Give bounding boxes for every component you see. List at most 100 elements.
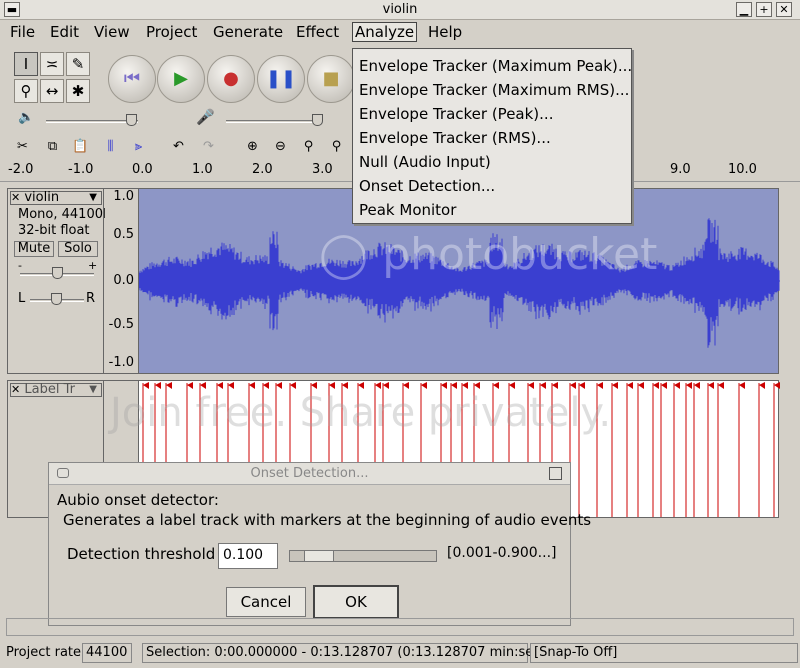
onset-marker — [637, 382, 644, 517]
project-rate-field[interactable]: 44100 — [82, 643, 132, 663]
selection-tool-icon[interactable]: I — [14, 52, 38, 76]
onset-marker — [611, 382, 618, 517]
playback-volume-thumb[interactable] — [126, 114, 137, 126]
dialog-maximize-icon[interactable] — [549, 467, 562, 480]
cut-icon[interactable]: ✂ — [10, 136, 35, 160]
record-button[interactable]: ● — [207, 55, 255, 103]
ruler-tick: -1.0 — [68, 162, 94, 177]
menu-view[interactable]: View — [92, 23, 132, 41]
wave-track-info-panel: ✕ violin ▼ Mono, 44100Hz 32-bit float Mu… — [8, 189, 120, 373]
status-bar: Project rate: 44100 Selection: 0:00.0000… — [0, 640, 800, 668]
menu-item-peak-monitor[interactable]: Peak Monitor — [359, 201, 456, 219]
stop-button[interactable]: ■ — [307, 55, 355, 103]
scale-label: 0.0 — [113, 273, 134, 288]
threshold-slider-thumb[interactable] — [304, 550, 334, 562]
ruler-tick: 2.0 — [252, 162, 273, 177]
menu-item-null-audio-input[interactable]: Null (Audio Input) — [359, 153, 491, 171]
timeshift-tool-icon[interactable]: ↔ — [40, 79, 64, 103]
horizontal-scrollbar[interactable] — [6, 618, 794, 636]
close-window-button[interactable]: ✕ — [776, 2, 792, 17]
menu-item-envelope-rms[interactable]: Envelope Tracker (RMS)... — [359, 129, 551, 147]
snap-status: [Snap-To Off] — [530, 643, 798, 663]
onset-marker — [652, 382, 659, 517]
threshold-slider[interactable] — [289, 550, 437, 562]
label-track-name-button[interactable]: ✕ Label Tr ▼ — [10, 383, 102, 397]
scale-label: 1.0 — [113, 189, 134, 204]
play-button[interactable]: ▶ — [157, 55, 205, 103]
dialog-title-bar: Onset Detection... — [49, 463, 570, 485]
gain-slider-thumb[interactable] — [52, 267, 63, 279]
envelope-tool-icon[interactable]: ≍ — [40, 52, 64, 76]
ruler-tick: 10.0 — [728, 162, 757, 177]
onset-marker — [596, 382, 603, 517]
onset-marker — [673, 382, 680, 517]
menu-effect[interactable]: Effect — [294, 23, 341, 41]
ruler-tick: 0.0 — [132, 162, 153, 177]
zoom-in-icon[interactable]: ⊕ — [240, 136, 265, 160]
menu-item-envelope-max-rms[interactable]: Envelope Tracker (Maximum RMS)... — [359, 81, 629, 99]
wave-track-name-button[interactable]: ✕ violin ▼ — [10, 191, 102, 205]
menu-analyze[interactable]: Analyze — [352, 22, 418, 42]
onset-marker — [758, 382, 765, 517]
maximize-button[interactable]: + — [756, 2, 772, 17]
chevron-down-icon[interactable]: ▼ — [89, 192, 97, 204]
track-close-icon[interactable]: ✕ — [11, 383, 20, 396]
ruler-tick: 3.0 — [312, 162, 333, 177]
track-close-icon[interactable]: ✕ — [11, 191, 20, 204]
menu-project[interactable]: Project — [144, 23, 199, 41]
paste-icon[interactable]: 📋 — [68, 136, 93, 160]
window-title: violin — [382, 2, 418, 17]
cancel-button[interactable]: Cancel — [226, 587, 306, 617]
minimize-button[interactable]: ▁ — [736, 2, 752, 17]
pause-button[interactable]: ❚❚ — [257, 55, 305, 103]
ruler-tick: 9.0 — [670, 162, 691, 177]
pan-right-label: R — [86, 291, 96, 306]
track-name: Label Tr — [24, 382, 75, 397]
pan-slider-thumb[interactable] — [51, 293, 62, 305]
chevron-down-icon[interactable]: ▼ — [89, 384, 97, 396]
undo-icon[interactable]: ↶ — [166, 136, 191, 160]
menu-edit[interactable]: Edit — [48, 23, 81, 41]
onset-marker — [707, 382, 714, 517]
dialog-menu-icon[interactable] — [57, 468, 69, 478]
amplitude-scale: 1.0 0.5 0.0 -0.5 -1.0 — [105, 189, 139, 373]
ruler-tick: -2.0 — [8, 162, 34, 177]
trim-icon[interactable]: ⫼ — [98, 136, 123, 160]
gain-plus-label: + — [88, 259, 98, 272]
dialog-title: Onset Detection... — [250, 466, 369, 481]
ok-button[interactable]: OK — [313, 585, 399, 619]
solo-button[interactable]: Solo — [58, 241, 98, 257]
silence-icon[interactable]: ⫸ — [126, 136, 151, 160]
gain-minus-label: - — [18, 259, 22, 272]
dialog-heading: Aubio onset detector: — [57, 491, 219, 509]
menu-help[interactable]: Help — [426, 23, 464, 41]
record-volume-track[interactable] — [226, 120, 318, 123]
dialog-description: Generates a label track with markers at … — [63, 511, 592, 529]
analyze-menu-dropdown: Envelope Tracker (Maximum Peak)... Envel… — [352, 48, 632, 224]
playback-volume-track[interactable] — [46, 120, 138, 123]
zoom-tool-icon[interactable]: ⚲ — [14, 79, 38, 103]
draw-tool-icon[interactable]: ✎ — [66, 52, 90, 76]
title-bar: ▬ violin ▁ + ✕ — [0, 0, 800, 20]
onset-marker — [626, 382, 633, 517]
menu-file[interactable]: File — [8, 23, 37, 41]
record-volume-thumb[interactable] — [312, 114, 323, 126]
speaker-icon: 🔈 — [18, 110, 35, 125]
menu-item-envelope-peak[interactable]: Envelope Tracker (Peak)... — [359, 105, 553, 123]
fit-project-icon[interactable]: ⚲ — [324, 136, 349, 160]
multi-tool-icon[interactable]: ✱ — [66, 79, 90, 103]
mute-button[interactable]: Mute — [14, 241, 54, 257]
copy-icon[interactable]: ⧉ — [40, 136, 65, 160]
zoom-out-icon[interactable]: ⊖ — [268, 136, 293, 160]
menu-item-envelope-max-peak[interactable]: Envelope Tracker (Maximum Peak)... — [359, 57, 632, 75]
fit-selection-icon[interactable]: ⚲ — [296, 136, 321, 160]
onset-marker — [693, 382, 700, 517]
scale-label: -1.0 — [108, 355, 134, 370]
redo-icon[interactable]: ↷ — [196, 136, 221, 160]
skip-start-button[interactable]: ⏮ — [108, 55, 156, 103]
threshold-label: Detection threshold — [67, 545, 216, 563]
menu-item-onset-detection[interactable]: Onset Detection... — [359, 177, 495, 195]
threshold-input[interactable]: 0.100 — [218, 543, 278, 569]
menu-bar: File Edit View Project Generate Effect A… — [0, 21, 800, 46]
menu-generate[interactable]: Generate — [211, 23, 285, 41]
